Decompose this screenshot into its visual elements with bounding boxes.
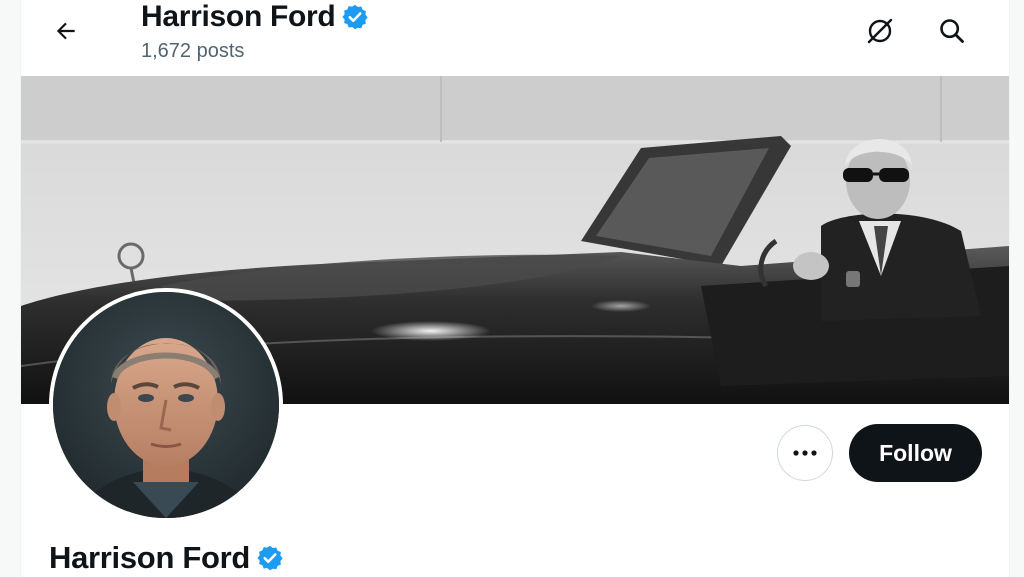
profile-column: Harrison Ford 1,672 posts Follow Harriso… — [20, 0, 1010, 577]
grok-icon — [867, 18, 893, 44]
profile-name-row: Harrison Ford — [49, 540, 284, 576]
back-button[interactable] — [47, 12, 85, 50]
more-dots-icon — [793, 450, 817, 456]
grok-button[interactable] — [861, 12, 899, 50]
arrow-left-icon — [56, 22, 75, 40]
header-name: Harrison Ford — [141, 0, 336, 33]
follow-button[interactable]: Follow — [849, 424, 982, 482]
profile-name: Harrison Ford — [49, 540, 251, 575]
profile-avatar[interactable] — [49, 288, 283, 522]
verified-badge-icon — [256, 544, 284, 572]
avatar-image — [53, 292, 279, 518]
search-button[interactable] — [933, 12, 971, 50]
header-post-count: 1,672 posts — [141, 40, 245, 62]
verified-badge-icon — [341, 3, 369, 31]
header-titles: Harrison Ford 1,672 posts — [141, 0, 369, 63]
search-icon — [940, 19, 964, 43]
more-options-button[interactable] — [777, 425, 833, 481]
profile-header: Harrison Ford 1,672 posts — [21, 0, 1009, 76]
